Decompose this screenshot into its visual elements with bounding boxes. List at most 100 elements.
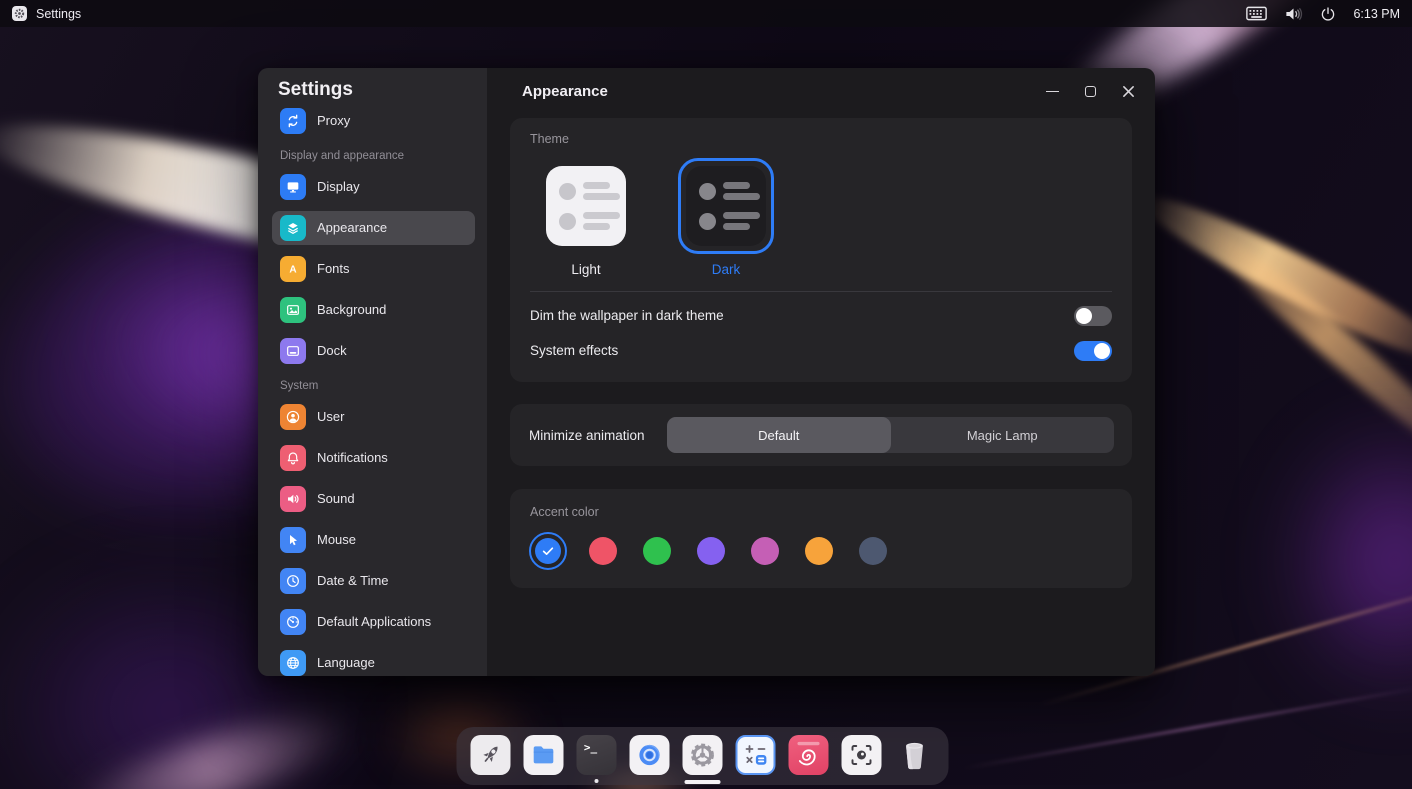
segment-default[interactable]: Default <box>667 417 891 453</box>
appearance-icon <box>280 215 306 241</box>
accent-swatches <box>530 532 1112 570</box>
sidebar-item-appearance[interactable]: Appearance <box>272 211 475 245</box>
trash-bucket-icon <box>899 738 931 772</box>
close-icon <box>1122 85 1135 98</box>
clock[interactable]: 6:13 PM <box>1353 7 1400 21</box>
theme-option-light[interactable]: Light <box>538 158 634 277</box>
theme-option-label: Dark <box>712 262 741 277</box>
sidebar-item-fonts[interactable]: A Fonts <box>272 252 475 286</box>
keyboard-icon[interactable] <box>1246 6 1267 21</box>
sidebar-item-notifications[interactable]: Notifications <box>272 441 475 475</box>
sidebar-section-display-appearance: Display and appearance <box>280 150 475 162</box>
dock-item-terminal[interactable]: >_ <box>577 735 617 775</box>
background-icon <box>280 297 306 323</box>
power-icon[interactable] <box>1320 6 1336 22</box>
toggle-knob <box>1076 308 1092 324</box>
svg-text:A: A <box>289 264 296 275</box>
sidebar-item-proxy[interactable]: Proxy <box>272 104 475 138</box>
sidebar-section-system: System <box>280 380 475 392</box>
dock-item-launcher[interactable] <box>471 735 511 775</box>
close-button[interactable] <box>1121 84 1135 98</box>
segment-label: Magic Lamp <box>967 428 1038 443</box>
accent-swatch-orange[interactable] <box>805 537 833 565</box>
terminal-prompt-icon: >_ <box>584 741 597 754</box>
wallpaper-glow <box>1230 360 1412 760</box>
accent-swatch-red[interactable] <box>589 537 617 565</box>
sidebar-item-label: Default Applications <box>317 614 431 629</box>
language-icon <box>280 650 306 676</box>
top-bar: Settings 6:13 PM <box>0 0 1412 27</box>
accent-swatch-pink[interactable] <box>751 537 779 565</box>
sound-icon <box>280 486 306 512</box>
sidebar-item-background[interactable]: Background <box>272 293 475 327</box>
settings-window: Settings Proxy Display and appearance Di… <box>258 68 1155 676</box>
volume-icon[interactable] <box>1284 6 1303 22</box>
sidebar-item-label: Language <box>317 655 375 670</box>
system-effects-toggle[interactable] <box>1074 341 1112 361</box>
toggle-knob <box>1094 343 1110 359</box>
maximize-button[interactable] <box>1083 84 1097 98</box>
theme-option-dark[interactable]: Dark <box>678 158 774 277</box>
user-icon <box>280 404 306 430</box>
dock-item-media-player[interactable] <box>789 735 829 775</box>
sidebar-item-language[interactable]: Language <box>272 646 475 676</box>
segment-magic-lamp[interactable]: Magic Lamp <box>891 417 1115 453</box>
minimize-button[interactable] <box>1045 84 1059 98</box>
dock-item-calculator[interactable] <box>736 735 776 775</box>
page-title: Appearance <box>522 83 1045 100</box>
dock-item-files[interactable] <box>524 735 564 775</box>
accent-swatch-purple[interactable] <box>697 537 725 565</box>
sidebar-item-label: Appearance <box>317 220 387 235</box>
minimize-animation-card: Minimize animation Default Magic Lamp <box>510 404 1132 466</box>
sidebar-item-label: User <box>317 409 344 424</box>
sidebar-item-label: Sound <box>317 491 355 506</box>
running-indicator-dot <box>595 779 599 783</box>
theme-options: Light Dark <box>530 158 1112 277</box>
sidebar-item-display[interactable]: Display <box>272 170 475 204</box>
mouse-icon <box>280 527 306 553</box>
browser-icon <box>635 740 665 770</box>
fonts-icon: A <box>280 256 306 282</box>
dark-theme-preview <box>678 158 774 254</box>
active-app-title: Settings <box>36 7 81 21</box>
sidebar-item-label: Background <box>317 302 386 317</box>
dock-item-screenshot[interactable] <box>842 735 882 775</box>
dim-wallpaper-label: Dim the wallpaper in dark theme <box>530 308 724 323</box>
sidebar-item-user[interactable]: User <box>272 400 475 434</box>
sidebar-item-dock[interactable]: Dock <box>272 334 475 368</box>
sidebar-item-mouse[interactable]: Mouse <box>272 523 475 557</box>
screenshot-icon <box>847 740 877 770</box>
sidebar-item-label: Mouse <box>317 532 356 547</box>
minimize-animation-segmented: Default Magic Lamp <box>667 417 1114 453</box>
files-folder-icon <box>530 741 558 769</box>
settings-gear-icon <box>688 740 718 770</box>
sidebar-item-label: Display <box>317 179 360 194</box>
dock-item-trash[interactable] <box>895 735 935 775</box>
dim-wallpaper-toggle[interactable] <box>1074 306 1112 326</box>
theme-card: Theme Light <box>510 118 1132 382</box>
system-effects-row: System effects <box>530 333 1112 368</box>
dock-item-settings[interactable] <box>683 735 723 775</box>
active-app-icon <box>12 6 27 21</box>
sidebar-item-date-time[interactable]: Date & Time <box>272 564 475 598</box>
sidebar-item-label: Dock <box>317 343 347 358</box>
divider <box>530 291 1112 292</box>
sidebar-item-sound[interactable]: Sound <box>272 482 475 516</box>
sidebar-item-default-applications[interactable]: Default Applications <box>272 605 475 639</box>
theme-option-label: Light <box>571 262 600 277</box>
accent-swatch-blue-selected[interactable] <box>529 532 567 570</box>
light-theme-preview <box>538 158 634 254</box>
dock-item-browser[interactable] <box>630 735 670 775</box>
window-titlebar: Appearance <box>487 68 1155 114</box>
dim-wallpaper-row: Dim the wallpaper in dark theme <box>530 298 1112 333</box>
launcher-rocket-icon <box>476 740 506 770</box>
accent-swatch-green[interactable] <box>643 537 671 565</box>
desktop: { "topbar": { "app_label": "Settings", "… <box>0 0 1412 789</box>
media-swirl-icon <box>792 738 826 772</box>
proxy-icon <box>280 108 306 134</box>
sidebar-title: Settings <box>258 68 487 102</box>
sidebar-item-label: Notifications <box>317 450 388 465</box>
accent-swatch-slate[interactable] <box>859 537 887 565</box>
sidebar-item-label: Proxy <box>317 113 350 128</box>
window-controls <box>1045 84 1135 98</box>
